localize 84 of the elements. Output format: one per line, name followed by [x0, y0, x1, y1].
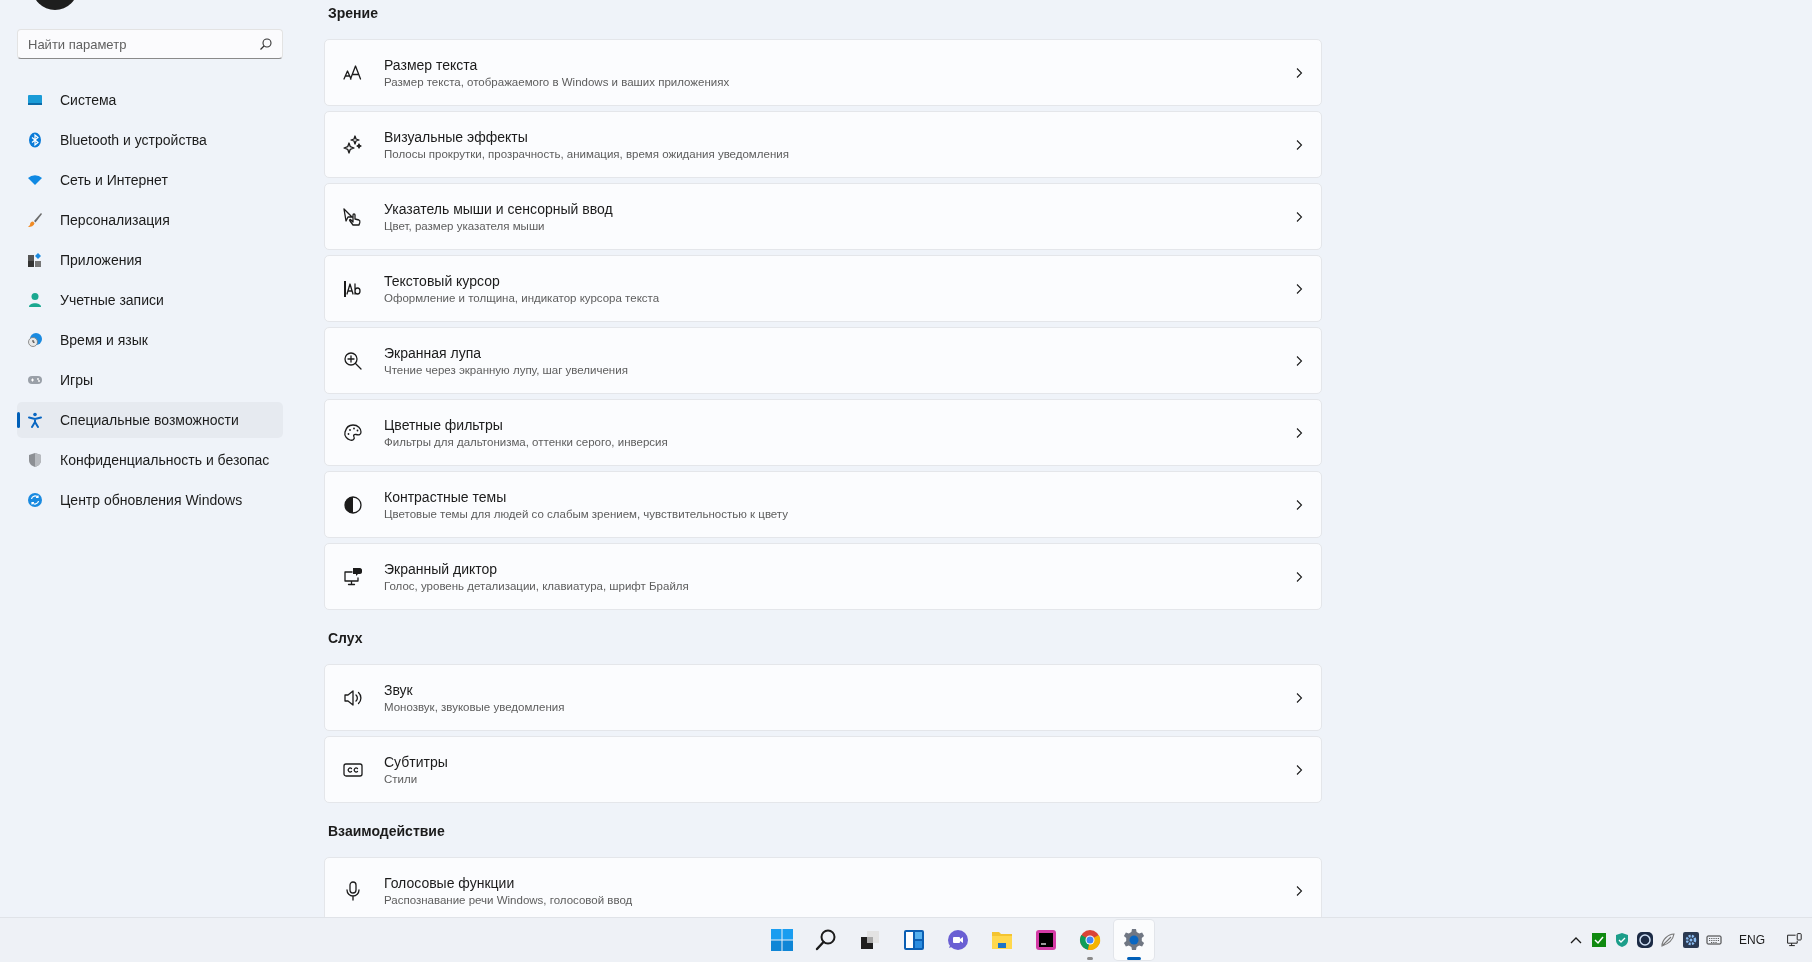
card-title: Цветные фильтры: [384, 417, 504, 433]
card-title: Звук: [384, 682, 414, 698]
section-heading: Взаимодействие: [327, 822, 446, 841]
apps-icon: [27, 252, 43, 268]
running-indicator: [1087, 957, 1093, 961]
card-title: Визуальные эффекты: [384, 129, 529, 145]
section-heading: Слух: [327, 629, 364, 648]
wifi-icon: [27, 172, 43, 188]
sidebar-item[interactable]: Время и язык: [17, 322, 283, 358]
bluetooth-icon: [27, 132, 43, 148]
palette-icon: [343, 422, 363, 443]
card-description: Размер текста, отображаемого в Windows и ваших приложениях: [384, 76, 731, 88]
sparkle-icon: [343, 134, 363, 155]
settings-card[interactable]: Размер текста Размер текста, отображаемого в Windows и ваших приложениях: [324, 39, 1322, 106]
card-title: Голосовые функции: [384, 875, 516, 891]
card-description: Цвет, размер указателя мыши: [384, 220, 546, 232]
zoom-in-icon: [343, 350, 363, 371]
gear-icon: [1122, 928, 1146, 953]
text-cursor-icon: [343, 278, 363, 299]
sidebar-item[interactable]: Bluetooth и устройства: [17, 122, 283, 158]
settings-card[interactable]: Визуальные эффекты Полосы прокрутки, прозрачность, анимация, время ожидания уведомления: [324, 111, 1322, 178]
running-indicator: [1127, 957, 1141, 961]
settings-card[interactable]: Экранная лупа Чтение через экранную лупу, шаг увеличения: [324, 327, 1322, 394]
text-size-icon: [343, 62, 363, 83]
settings-card[interactable]: Экранный диктор Голос, уровень детализации, клавиатура, шрифт Брайля: [324, 543, 1322, 610]
settings-card[interactable]: Указатель мыши и сенсорный ввод Цвет, размер указателя мыши: [324, 183, 1322, 250]
shield-icon: [27, 452, 43, 468]
brush-icon: [27, 212, 43, 228]
card-description: Фильтры для дальтонизма, оттенки серого, инверсия: [384, 436, 669, 448]
card-description: Оформление и толщина, индикатор курсора текста: [384, 292, 661, 304]
card-description: Голос, уровень детализации, клавиатура, шрифт Брайля: [384, 580, 690, 592]
search-icon: [259, 37, 273, 51]
search-field[interactable]: Найти параметр: [17, 29, 283, 59]
search-icon: [814, 928, 838, 953]
card-description: Монозвук, звуковые уведомления: [384, 701, 566, 713]
network-monitor-icon[interactable]: [1786, 932, 1802, 949]
card-description: Распознавание речи Windows, голосовой ввод: [384, 894, 634, 906]
language-indicator[interactable]: ENG: [1739, 933, 1765, 948]
card-description: Полосы прокрутки, прозрачность, анимация, время ожидания уведомления: [384, 148, 790, 160]
settings-card[interactable]: Текстовый курсор Оформление и толщина, индикатор курсора текста: [324, 255, 1322, 322]
card-title: Указатель мыши и сенсорный ввод: [384, 201, 614, 217]
code-editor-icon: [1034, 928, 1058, 953]
card-title: Субтитры: [384, 754, 449, 770]
section-heading: Зрение: [327, 4, 379, 23]
settings-card[interactable]: Цветные фильтры Фильтры для дальтонизма, оттенки серого, инверсия: [324, 399, 1322, 466]
globe-clock-icon: [27, 332, 43, 348]
card-title: Текстовый курсор: [384, 273, 501, 289]
sidebar-item[interactable]: Учетные записи: [17, 282, 283, 318]
widgets-icon: [902, 928, 926, 953]
settings-card[interactable]: Звук Монозвук, звуковые уведомления: [324, 664, 1322, 731]
sidebar-item[interactable]: Система: [17, 82, 283, 118]
refresh-icon: [27, 492, 43, 508]
monitor-speech-icon: [343, 566, 363, 587]
browser-icon: [1078, 928, 1102, 953]
card-description: Чтение через экранную лупу, шаг увеличения: [384, 364, 629, 376]
person-icon: [27, 292, 43, 308]
card-description: Стили: [384, 773, 419, 785]
accessibility-icon: [27, 412, 43, 428]
feather-icon[interactable]: [1660, 932, 1676, 949]
sidebar-item[interactable]: Специальные возможности: [17, 402, 283, 438]
shield-check-icon[interactable]: [1614, 932, 1630, 949]
sidebar-item[interactable]: Конфиденциальность и безопас: [17, 442, 283, 478]
card-title: Экранная лупа: [384, 345, 482, 361]
sidebar-item[interactable]: Сеть и Интернет: [17, 162, 283, 198]
card-title: Экранный диктор: [384, 561, 499, 577]
sidebar-item[interactable]: Приложения: [17, 242, 283, 278]
microphone-icon: [343, 880, 363, 901]
card-title: Размер текста: [384, 57, 479, 73]
checkbox-icon[interactable]: [1591, 932, 1607, 949]
gear-icon[interactable]: [1683, 932, 1699, 949]
circle-icon[interactable]: [1637, 932, 1653, 949]
windows-logo-icon: [770, 928, 794, 953]
settings-card[interactable]: Субтитры Стили: [324, 736, 1322, 803]
sidebar-item[interactable]: Центр обновления Windows: [17, 482, 283, 518]
pointer-hand-icon: [343, 206, 363, 227]
settings-card[interactable]: Голосовые функции Распознавание речи Windows, голосовой ввод: [324, 857, 1322, 918]
half-circle-icon: [343, 494, 363, 515]
video-chat-icon: [946, 928, 970, 953]
settings-card[interactable]: Контрастные темы Цветовые темы для людей со слабым зрением, чувствительностью к цвету: [324, 471, 1322, 538]
card-title: Контрастные темы: [384, 489, 508, 505]
monitor-icon: [27, 92, 43, 108]
sidebar-item[interactable]: Персонализация: [17, 202, 283, 238]
sidebar-item[interactable]: Игры: [17, 362, 283, 398]
card-description: Цветовые темы для людей со слабым зрением, чувствительностью к цвету: [384, 508, 790, 520]
